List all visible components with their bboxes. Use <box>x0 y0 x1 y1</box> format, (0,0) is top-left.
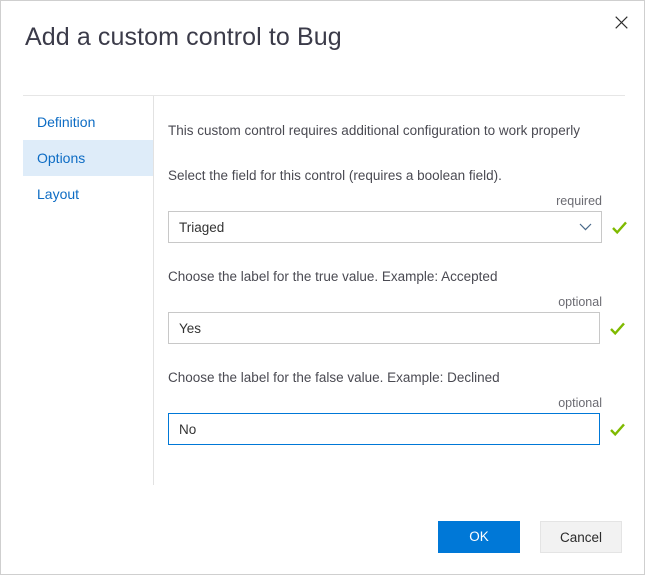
sidebar-nav: Definition Options Layout <box>23 104 153 212</box>
field-input-row <box>168 211 627 243</box>
cancel-button[interactable]: Cancel <box>540 521 622 553</box>
custom-control-dialog: Add a custom control to Bug Definition O… <box>0 0 645 575</box>
field-input-row <box>168 312 626 344</box>
dialog-footer: OK Cancel <box>1 504 644 574</box>
field-label: Select the field for this control (requi… <box>168 168 502 183</box>
true-label-input[interactable] <box>168 312 600 344</box>
sidebar-item-label: Options <box>37 150 86 166</box>
sidebar-item-layout[interactable]: Layout <box>23 176 153 212</box>
field-label: Choose the label for the false value. Ex… <box>168 370 500 385</box>
sidebar-item-definition[interactable]: Definition <box>23 104 153 140</box>
ok-button[interactable]: OK <box>438 521 520 553</box>
options-panel: This custom control requires additional … <box>168 104 627 445</box>
field-requirement: required <box>556 194 602 208</box>
vertical-divider <box>153 96 154 485</box>
close-icon[interactable] <box>606 7 636 37</box>
close-glyph <box>614 15 628 29</box>
field-requirement: optional <box>558 396 602 410</box>
field-label: Choose the label for the true value. Exa… <box>168 269 498 284</box>
check-icon <box>612 221 627 234</box>
sidebar-item-label: Definition <box>37 114 96 130</box>
field-requirement: optional <box>558 295 602 309</box>
field-group-true-label: Choose the label for the true value. Exa… <box>168 268 626 344</box>
field-group-boolean-field: Select the field for this control (requi… <box>168 167 627 243</box>
sidebar-item-label: Layout <box>37 186 80 202</box>
false-label-input[interactable] <box>168 413 600 445</box>
field-input-row <box>168 413 626 445</box>
field-group-false-label: Choose the label for the false value. Ex… <box>168 369 626 445</box>
check-icon <box>610 423 625 436</box>
page-title: Add a custom control to Bug <box>25 23 342 51</box>
check-icon <box>610 322 625 335</box>
panel-description: This custom control requires additional … <box>168 123 580 138</box>
boolean-field-select[interactable] <box>168 211 602 243</box>
sidebar-item-options[interactable]: Options <box>23 140 153 176</box>
boolean-field-select-wrap <box>168 211 602 243</box>
header-divider <box>23 95 625 96</box>
